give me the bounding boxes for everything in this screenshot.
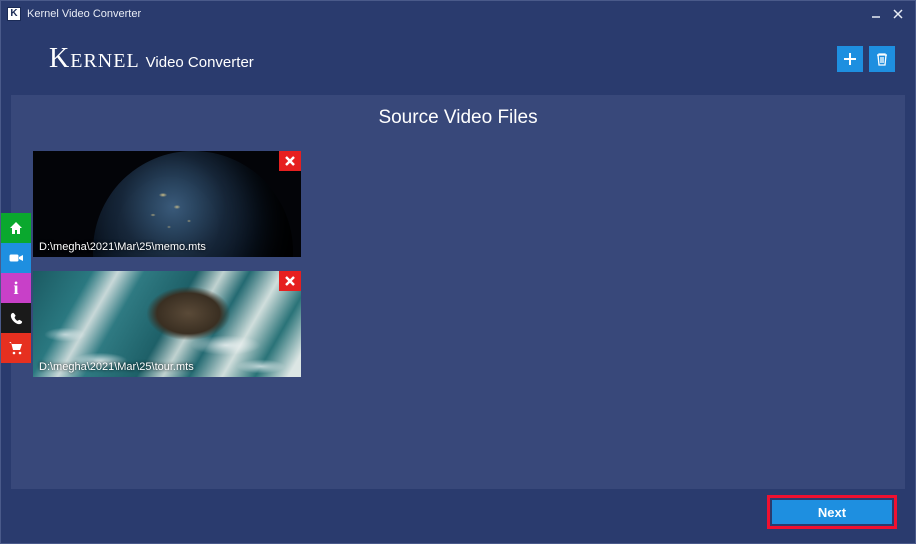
plus-icon [842,51,858,67]
close-icon [284,155,296,167]
close-button[interactable] [887,4,909,24]
app-header: Kernel Video Converter [1,27,915,91]
file-path-label: D:\megha\2021\Mar\25\memo.mts [33,237,301,257]
source-files-panel: Source Video Files D:\megha\2021\Mar\25\… [11,95,905,489]
video-icon [8,250,24,266]
sidebar-home-button[interactable] [1,213,31,243]
close-icon [284,275,296,287]
video-thumbnail[interactable]: D:\megha\2021\Mar\25\memo.mts [33,151,301,257]
minimize-button[interactable] [865,4,887,24]
file-path-label: D:\megha\2021\Mar\25\tour.mts [33,357,301,377]
info-icon: i [13,278,18,299]
window-title: Kernel Video Converter [27,8,141,20]
sidebar-contact-button[interactable] [1,303,31,333]
remove-file-button[interactable] [279,151,301,171]
thumbnail-list: D:\megha\2021\Mar\25\memo.mts D:\megha\2… [11,129,905,377]
side-toolbar: i [1,213,31,363]
add-file-button[interactable] [837,46,863,72]
sidebar-video-button[interactable] [1,243,31,273]
footer: Next [11,491,905,533]
next-button[interactable]: Next [772,500,892,524]
video-thumbnail[interactable]: D:\megha\2021\Mar\25\tour.mts [33,271,301,377]
remove-file-button[interactable] [279,271,301,291]
next-button-highlight: Next [767,495,897,529]
brand-sub: Video Converter [146,54,254,71]
cart-icon [8,340,24,356]
trash-icon [874,51,890,67]
delete-file-button[interactable] [869,46,895,72]
titlebar: K Kernel Video Converter [1,1,915,27]
phone-icon [9,311,24,326]
sidebar-info-button[interactable]: i [1,273,31,303]
sidebar-buy-button[interactable] [1,333,31,363]
home-icon [8,220,24,236]
panel-title: Source Video Files [11,95,905,129]
brand: Kernel Video Converter [49,43,254,75]
app-icon: K [7,7,21,21]
brand-main: Kernel [49,43,140,75]
